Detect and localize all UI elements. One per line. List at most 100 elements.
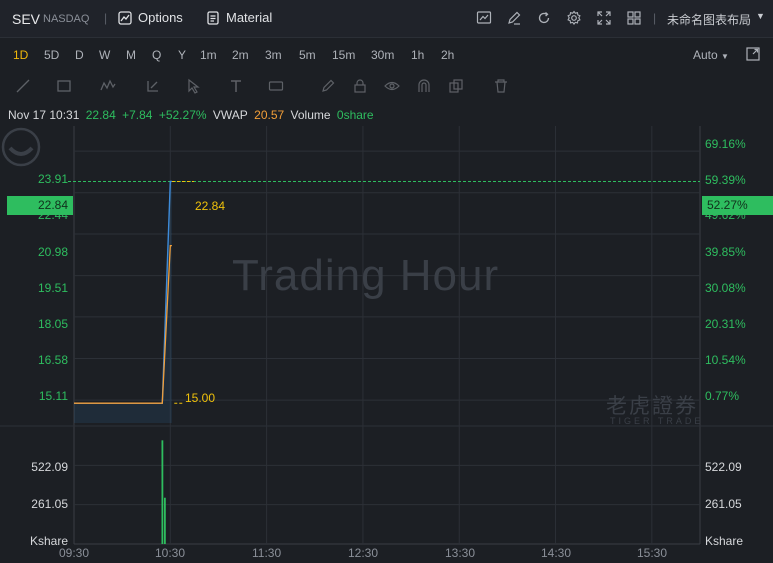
y-left-tick: 20.98: [37, 245, 68, 259]
refresh-icon[interactable]: [536, 10, 552, 26]
y-right-tick: 20.31%: [705, 317, 746, 331]
caret-down-icon[interactable]: ▼: [756, 11, 765, 21]
draw-icon[interactable]: [506, 10, 522, 26]
x-tick: 12:30: [348, 546, 379, 560]
price-line: [74, 180, 172, 404]
fullscreen-icon[interactable]: [596, 10, 612, 26]
x-tick: 13:30: [445, 546, 476, 560]
period-bar: 1D 5D D W M Q Y 1m 2m 3m 5m 15m 30m 1h 2…: [0, 38, 773, 72]
period-1h[interactable]: 1h: [411, 48, 424, 62]
x-tick: 11:30: [252, 546, 282, 560]
scale-mode-label: Auto: [693, 48, 718, 62]
drawing-toolbar: [0, 72, 773, 102]
layout-selector[interactable]: 未命名图表布局: [667, 11, 751, 28]
exchange: NASDAQ: [43, 13, 90, 25]
material-label: Material: [226, 10, 273, 25]
settings-icon[interactable]: [566, 10, 582, 26]
vwap-value: 20.57: [254, 108, 285, 122]
period-15m[interactable]: 15m: [332, 48, 355, 62]
vwap-line: [74, 244, 172, 404]
y-right-tick: 39.85%: [705, 245, 746, 259]
separator-2: |: [653, 11, 657, 25]
y-left-tick: 16.58: [37, 353, 68, 367]
quote-change: +7.84: [122, 108, 153, 122]
copy-icon[interactable]: [448, 78, 464, 94]
chart-svg: [0, 126, 773, 545]
period-1m[interactable]: 1m: [200, 48, 217, 62]
period-y[interactable]: Y: [178, 48, 186, 62]
chart-area[interactable]: Trading Hour 老虎證券 TIGER TRADE 23.91 22.4…: [0, 126, 773, 563]
y-left-tick: 19.51: [37, 281, 68, 295]
options-label: Options: [138, 10, 183, 25]
options-button[interactable]: Options: [118, 10, 183, 25]
y-right-tick: 0.77%: [705, 389, 740, 403]
volume-left-tick: 261.05: [31, 497, 68, 511]
period-5m[interactable]: 5m: [299, 48, 316, 62]
period-m[interactable]: M: [126, 48, 136, 62]
magnet-icon[interactable]: [416, 78, 432, 94]
volume-value: 0share: [336, 108, 374, 122]
expand-icon[interactable]: [746, 47, 760, 61]
rectangle-icon[interactable]: [56, 78, 72, 94]
y-left-tick: 18.05: [37, 317, 68, 331]
period-d[interactable]: D: [75, 48, 84, 62]
volume-bar: [163, 497, 166, 544]
scale-mode-select[interactable]: Auto ▼: [693, 48, 729, 62]
y-left-tick: 15.11: [38, 389, 68, 403]
quote-change-pct: +52.27%: [158, 108, 207, 122]
note-icon[interactable]: [268, 78, 284, 94]
y-left-tick: 23.91: [37, 172, 68, 186]
document-icon: [207, 10, 219, 25]
measure-icon[interactable]: [145, 78, 161, 94]
quote-datetime: Nov 17 10:31: [8, 108, 80, 122]
quote-info-bar: Nov 17 10:31 22.84 +7.84 +52.27% VWAP 20…: [8, 108, 377, 122]
caret-down-icon: ▼: [721, 52, 729, 61]
period-w[interactable]: W: [99, 48, 110, 62]
pencil-icon[interactable]: [320, 78, 336, 94]
pattern-icon[interactable]: [100, 78, 116, 94]
separator: |: [104, 11, 108, 25]
x-tick: 15:30: [637, 546, 668, 560]
x-tick: 10:30: [155, 546, 186, 560]
y-right-tick: 10.54%: [705, 353, 746, 367]
x-tick: 09:30: [59, 546, 90, 560]
volume-bar: [161, 440, 164, 544]
period-5d[interactable]: 5D: [44, 48, 59, 62]
x-tick: 14:30: [541, 546, 572, 560]
material-button[interactable]: Material: [206, 10, 272, 25]
volume-right-tick: 261.05: [705, 497, 742, 511]
period-1d[interactable]: 1D: [13, 48, 28, 62]
y-right-tick: 59.39%: [705, 173, 746, 187]
period-2h[interactable]: 2h: [441, 48, 454, 62]
current-price-tag: 22.84: [7, 196, 73, 215]
trading-hour-watermark: Trading Hour: [232, 251, 500, 300]
period-2m[interactable]: 2m: [232, 48, 249, 62]
watermark-brand-en: TIGER TRADE: [610, 416, 704, 426]
volume-label: Volume: [290, 108, 331, 122]
high-marker-label: 22.84: [195, 199, 226, 213]
text-icon[interactable]: [228, 78, 244, 94]
options-icon: [118, 10, 132, 25]
lock-icon[interactable]: [352, 78, 368, 94]
low-marker-label: 15.00: [185, 391, 216, 405]
volume-right-tick: 522.09: [705, 460, 742, 474]
quote-price: 22.84: [85, 108, 116, 122]
period-30m[interactable]: 30m: [371, 48, 394, 62]
volume-left-tick: 522.09: [31, 460, 68, 474]
y-right-tick: 30.08%: [705, 281, 746, 295]
current-pct-tag: 52.27%: [702, 196, 773, 215]
trend-line-icon[interactable]: [15, 78, 31, 94]
chart-style-icon[interactable]: [476, 10, 492, 26]
trash-icon[interactable]: [493, 78, 509, 94]
layout-grid-icon[interactable]: [626, 10, 642, 26]
symbol[interactable]: SEV: [12, 11, 40, 27]
vwap-label: VWAP: [212, 108, 248, 122]
eye-icon[interactable]: [384, 78, 400, 94]
top-bar: SEV NASDAQ | Options Material | 未命名图表布局 …: [0, 0, 773, 38]
tiger-logo-icon: [1, 127, 41, 167]
period-3m[interactable]: 3m: [265, 48, 282, 62]
volume-right-unit: Kshare: [705, 534, 744, 548]
y-right-tick: 69.16%: [705, 137, 746, 151]
period-q[interactable]: Q: [152, 48, 161, 62]
cursor-icon[interactable]: [186, 78, 202, 94]
